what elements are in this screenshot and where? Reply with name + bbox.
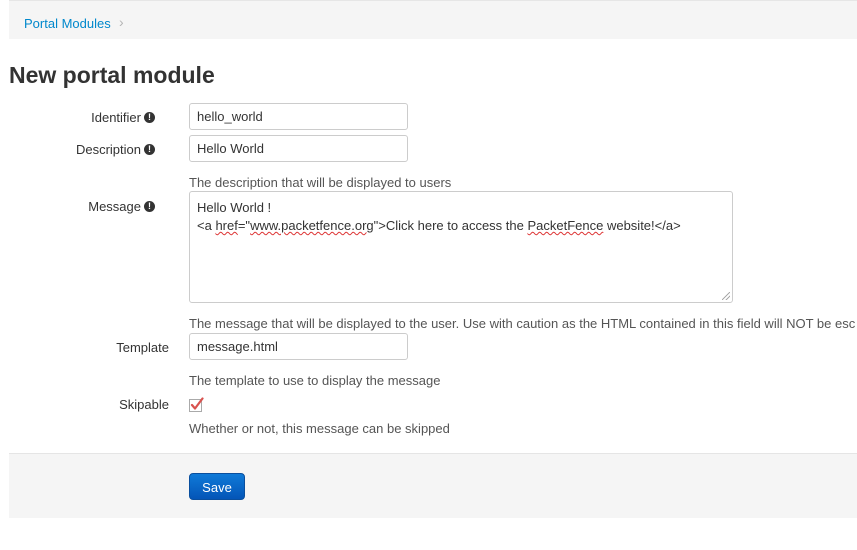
skipable-label: Skipable: [119, 397, 169, 412]
checkmark-icon: [189, 397, 204, 412]
message-line-1: Hello World !: [197, 200, 272, 215]
message-label-wrap: Message!: [5, 199, 155, 214]
chevron-right-icon: ›: [119, 14, 124, 30]
skipable-help-text: Whether or not, this message can be skip…: [189, 421, 450, 436]
identifier-label-wrap: Identifier!: [5, 110, 155, 125]
message-line-2: <a href="www.packetfence.org">Click here…: [197, 218, 681, 233]
breadcrumb-link-portal-modules[interactable]: Portal Modules: [24, 16, 111, 31]
form-actions-bar: Save: [9, 453, 857, 518]
description-input[interactable]: Hello World: [189, 135, 408, 162]
page-title: New portal module: [9, 62, 215, 88]
breadcrumb: Portal Modules ›: [9, 0, 857, 39]
resize-handle-icon[interactable]: [722, 292, 730, 300]
page-left-gutter: [0, 0, 9, 550]
message-help-text: The message that will be displayed to th…: [189, 316, 856, 331]
identifier-input[interactable]: hello_world: [189, 103, 408, 130]
save-button[interactable]: Save: [189, 473, 245, 500]
identifier-label: Identifier: [91, 110, 141, 125]
message-textarea[interactable]: Hello World ! <a href="www.packetfence.o…: [189, 191, 733, 303]
info-icon[interactable]: !: [144, 201, 155, 213]
template-help-text: The template to use to display the messa…: [189, 373, 441, 388]
description-label: Description: [75, 142, 141, 157]
message-label: Message: [88, 199, 141, 214]
template-input[interactable]: message.html: [189, 333, 408, 360]
description-help-text: The description that will be displayed t…: [189, 175, 452, 190]
description-label-wrap: Description!: [5, 142, 155, 157]
info-icon[interactable]: !: [144, 144, 155, 156]
info-icon[interactable]: !: [144, 112, 155, 124]
template-label: Template: [116, 340, 169, 355]
skipable-checkbox[interactable]: [189, 397, 204, 412]
